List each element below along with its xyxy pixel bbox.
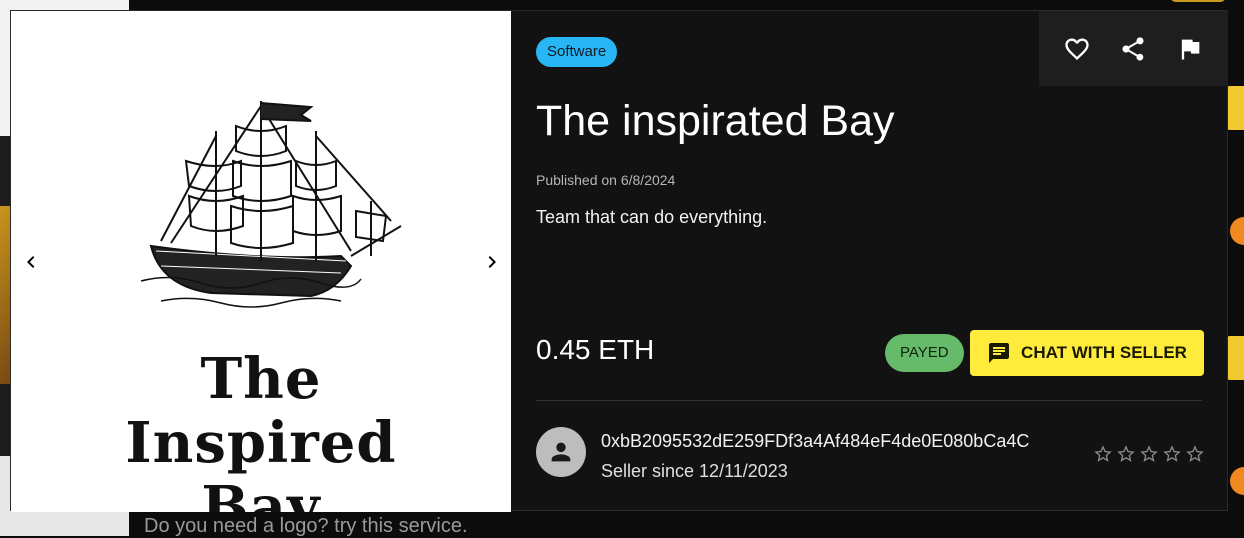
flag-icon (1181, 39, 1200, 59)
background-listing-text: Do you need a logo? try this service. (144, 515, 468, 537)
listing-title: The inspirated Bay (536, 97, 895, 145)
star-outline-icon[interactable] (1185, 444, 1205, 464)
background-badge (1230, 467, 1244, 495)
seller-since: Seller since 12/11/2023 (601, 461, 788, 481)
share-icon (1122, 36, 1144, 61)
seller-rating (1093, 444, 1205, 464)
person-icon (551, 442, 571, 462)
heart-outline-icon (1065, 38, 1089, 60)
chat-button-label: CHAT WITH SELLER (1021, 343, 1187, 362)
star-outline-icon[interactable] (1116, 444, 1136, 464)
chevron-right-icon (488, 256, 496, 268)
status-badge: PAYED (885, 334, 964, 372)
background-badge (1170, 0, 1226, 2)
chat-with-seller-button[interactable]: CHAT WITH SELLER (970, 330, 1204, 376)
listing-actions-toolbar (1039, 11, 1228, 86)
next-image-button[interactable] (478, 248, 506, 276)
listing-dialog: The Inspired Bay Software The inspirated… (10, 10, 1228, 512)
listing-price: 0.45 ETH (536, 334, 655, 365)
background-badge (1226, 86, 1244, 130)
star-outline-icon[interactable] (1093, 444, 1113, 464)
ship-illustration (140, 101, 402, 308)
background-badge (1226, 336, 1244, 380)
category-chip[interactable]: Software (536, 37, 618, 67)
chevron-left-icon (27, 256, 35, 268)
published-date: Published on 6/8/2024 (536, 172, 676, 188)
avatar[interactable] (536, 427, 586, 477)
report-button[interactable] (1170, 29, 1210, 69)
listing-image-carousel: The Inspired Bay (11, 11, 511, 512)
previous-image-button[interactable] (17, 248, 45, 276)
background-badge (1230, 217, 1244, 245)
image-logo-text: The Inspired Bay (125, 346, 397, 512)
seller-address[interactable]: 0xbB2095532dE259FDf3a4Af484eF4de0E080bCa… (601, 431, 1029, 452)
chat-bubble-icon (989, 343, 1010, 363)
star-outline-icon[interactable] (1162, 444, 1182, 464)
favorite-button[interactable] (1057, 29, 1097, 69)
listing-description: Team that can do everything. (536, 207, 768, 227)
star-outline-icon[interactable] (1139, 444, 1159, 464)
divider (536, 400, 1202, 401)
share-button[interactable] (1113, 29, 1153, 69)
